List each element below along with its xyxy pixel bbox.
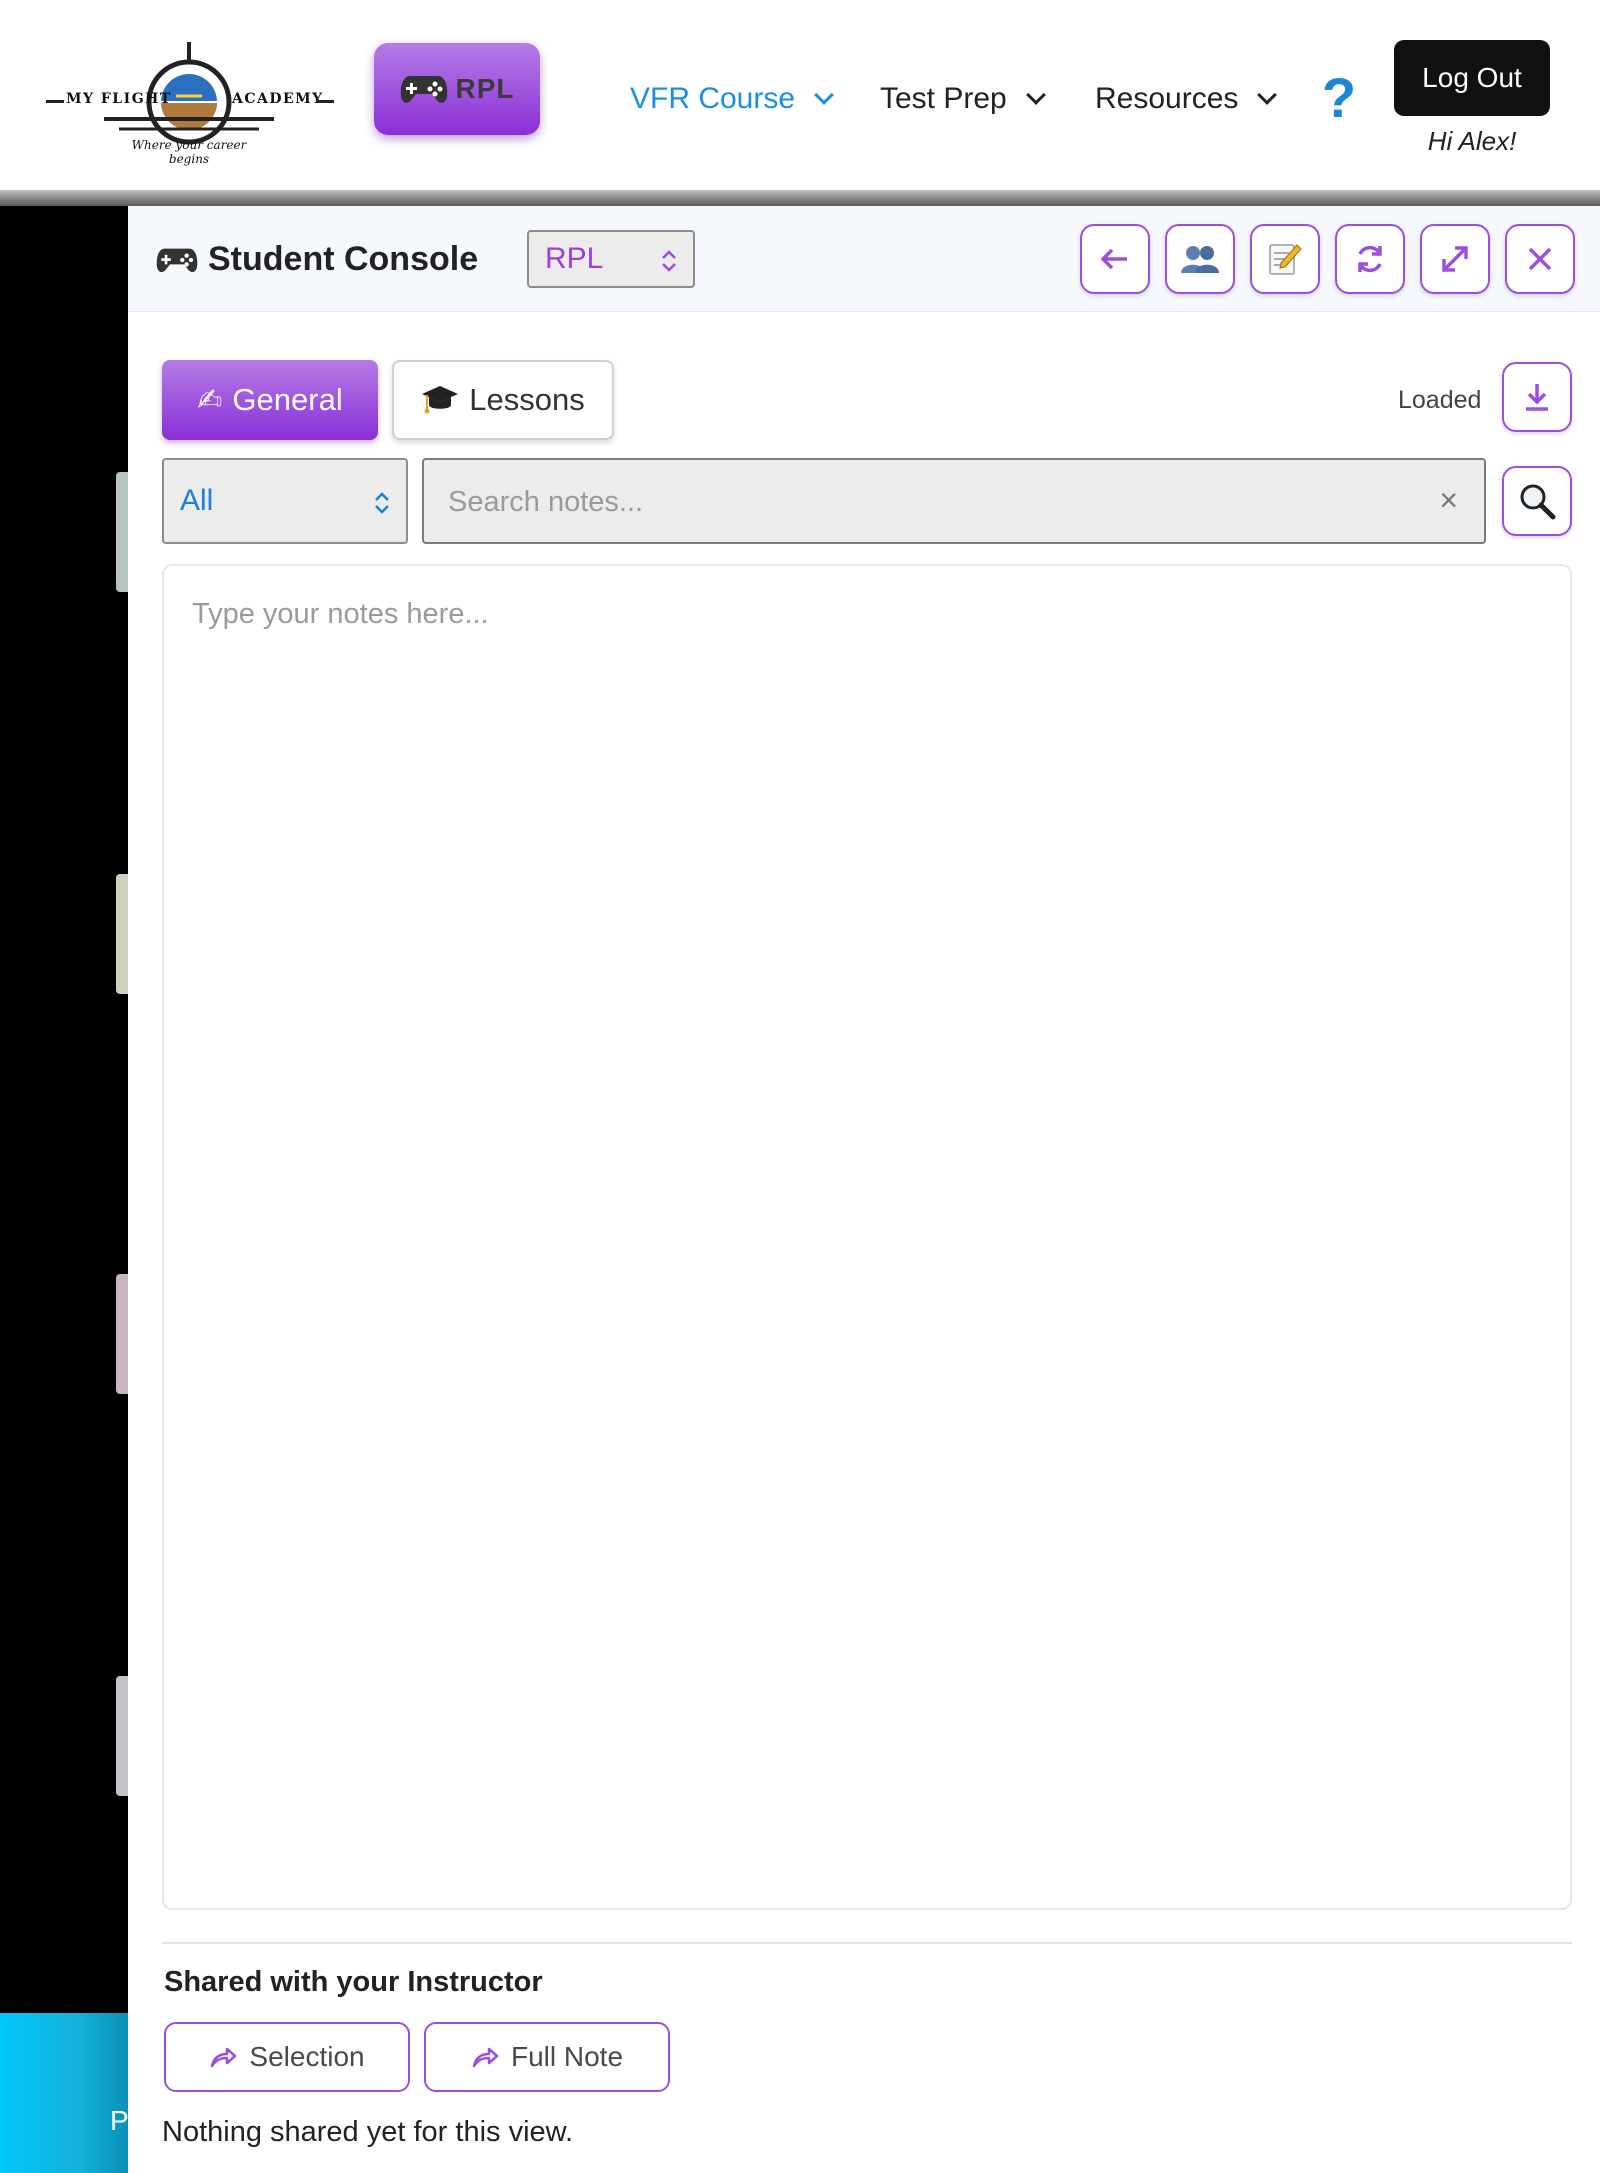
memo-button[interactable] (1250, 224, 1320, 294)
tab-general-label: General (232, 382, 343, 417)
background-card-edge (116, 1274, 128, 1394)
search-button[interactable] (1502, 466, 1572, 536)
academy-logo[interactable]: MY FLIGHT ACADEMY Where your career begi… (44, 36, 334, 166)
chevron-down-icon (814, 85, 834, 105)
nav-vfr-course-label: VFR Course (630, 82, 796, 115)
share-arrow-icon (472, 2047, 499, 2068)
logo-wing-left (46, 100, 64, 103)
graduation-cap-icon (422, 386, 459, 414)
logo-wing-right (316, 100, 334, 103)
license-select[interactable]: RPL (527, 230, 695, 288)
category-filter-value: All (180, 484, 214, 517)
gamepad-icon (156, 248, 198, 272)
search-input[interactable] (448, 480, 1388, 524)
logo-left-text: MY FLIGHT (66, 91, 172, 107)
logout-button[interactable]: Log Out (1394, 40, 1550, 116)
arrow-left-icon (1100, 248, 1127, 270)
console-title-label: Student Console (208, 240, 479, 278)
background-card-edge (116, 1676, 128, 1796)
background-page-strip (0, 206, 128, 2173)
close-icon (1528, 247, 1552, 271)
close-button[interactable] (1505, 224, 1575, 294)
section-divider (162, 1942, 1572, 1944)
student-console-panel: Student Console RPL ✍ General Lessons Lo… (128, 206, 1600, 2173)
magnifier-icon (1520, 484, 1556, 520)
chevron-down-icon (1025, 85, 1046, 105)
gamepad-icon (400, 76, 447, 103)
share-full-note-button[interactable]: Full Note (424, 2022, 670, 2092)
download-icon (1526, 384, 1548, 411)
download-button[interactable] (1502, 362, 1572, 432)
shared-section-title: Shared with your Instructor (164, 1966, 543, 1998)
up-down-chevron-icon (662, 250, 676, 272)
up-down-chevron-icon (375, 492, 389, 514)
share-arrow-icon (211, 2047, 237, 2068)
logo-tagline: Where your career begins (131, 138, 247, 166)
tab-general[interactable]: ✍ General (162, 360, 378, 440)
refresh-button[interactable] (1335, 224, 1405, 294)
expand-icon (1442, 246, 1468, 272)
rpl-button-label: RPL (455, 73, 515, 104)
rpl-console-button[interactable]: RPL (374, 43, 540, 135)
notes-textarea[interactable] (192, 598, 1542, 1878)
refresh-icon (1358, 245, 1382, 273)
search-field: × (422, 458, 1486, 544)
share-selection-button[interactable]: Selection (164, 2022, 410, 2092)
header-shadow (0, 190, 1600, 206)
memo-icon (1269, 244, 1302, 275)
console-header: Student Console RPL (128, 206, 1600, 312)
console-title: Student Console (156, 240, 478, 279)
nav-test-prep[interactable]: Test Prep (880, 82, 1046, 116)
background-card-edge (116, 874, 128, 994)
share-selection-label: Selection (249, 2041, 365, 2072)
instructors-button[interactable] (1165, 224, 1235, 294)
background-clipped-text: P (110, 2105, 129, 2136)
help-icon[interactable]: ? (1318, 68, 1360, 128)
nav-resources[interactable]: Resources (1095, 82, 1278, 116)
users-icon (1181, 246, 1219, 273)
nav-resources-label: Resources (1095, 82, 1239, 115)
tab-lessons-label: Lessons (469, 382, 585, 417)
share-full-note-label: Full Note (510, 2041, 624, 2072)
category-filter-select[interactable]: All (162, 458, 408, 544)
chevron-down-icon (1257, 85, 1278, 105)
back-button[interactable] (1080, 224, 1150, 294)
license-select-value: RPL (545, 242, 604, 275)
shared-empty-message: Nothing shared yet for this view. (162, 2116, 574, 2148)
nav-vfr-course[interactable]: VFR Course (630, 82, 834, 116)
site-header: MY FLIGHT ACADEMY Where your career begi… (0, 0, 1600, 190)
load-status: Loaded (1398, 386, 1482, 414)
writing-hand-icon: ✍ (197, 383, 223, 417)
logo-right-text: ACADEMY (232, 91, 324, 107)
nav-test-prep-label: Test Prep (880, 82, 1007, 115)
user-greeting: Hi Alex! (1427, 126, 1517, 156)
tab-lessons[interactable]: Lessons (392, 360, 614, 440)
expand-button[interactable] (1420, 224, 1490, 294)
background-card-edge (116, 472, 128, 592)
clear-search-icon[interactable]: × (1439, 482, 1458, 519)
notes-editor (162, 564, 1572, 1910)
background-cyan-panel: P (0, 2013, 129, 2173)
